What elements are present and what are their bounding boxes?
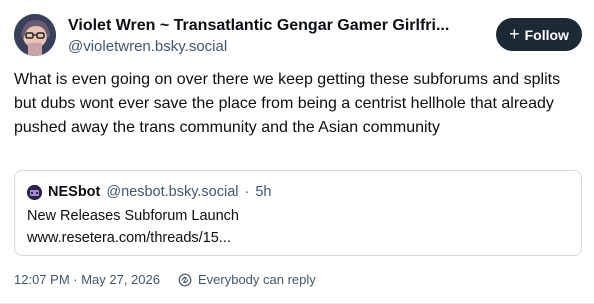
quoted-meta-separator: · [244, 184, 250, 200]
nesbot-avatar [27, 184, 42, 200]
reply-settings-icon [178, 273, 192, 286]
avatar-image [14, 14, 56, 56]
author-handle[interactable]: @violetwren.bsky.social [68, 37, 488, 57]
post-text: What is even going on over there we keep… [14, 71, 561, 136]
follow-button-label: Follow [524, 26, 569, 43]
author-names: Violet Wren ~ Transatlantic Gengar Gamer… [68, 16, 488, 57]
quoted-post-title: New Releases Subforum Launch [27, 208, 239, 224]
quoted-post[interactable]: NESbot @nesbot.bsky.social · 5h New Rele… [14, 170, 582, 256]
plus-icon: + [509, 23, 520, 44]
post-header: Violet Wren ~ Transatlantic Gengar Gamer… [14, 14, 582, 60]
quoted-author-handle[interactable]: @nesbot.bsky.social [106, 184, 238, 200]
quoted-post-link[interactable]: www.resetera.com/threads/15... [27, 227, 569, 249]
quoted-post-age: 5h [255, 184, 272, 200]
follow-button[interactable]: + Follow [496, 18, 582, 51]
author-display-name[interactable]: Violet Wren ~ Transatlantic Gengar Gamer… [68, 16, 488, 36]
quoted-author-name[interactable]: NESbot [48, 184, 100, 200]
post-timestamp: 12:07 PM · May 27, 2026 [14, 272, 160, 287]
reply-setting-label[interactable]: Everybody can reply [198, 272, 316, 287]
post-card: Violet Wren ~ Transatlantic Gengar Gamer… [0, 0, 594, 304]
post-footer: 12:07 PM · May 27, 2026 Everybody can re… [14, 272, 316, 287]
quoted-post-header: NESbot @nesbot.bsky.social · 5h [27, 183, 569, 201]
avatar[interactable] [14, 14, 56, 56]
